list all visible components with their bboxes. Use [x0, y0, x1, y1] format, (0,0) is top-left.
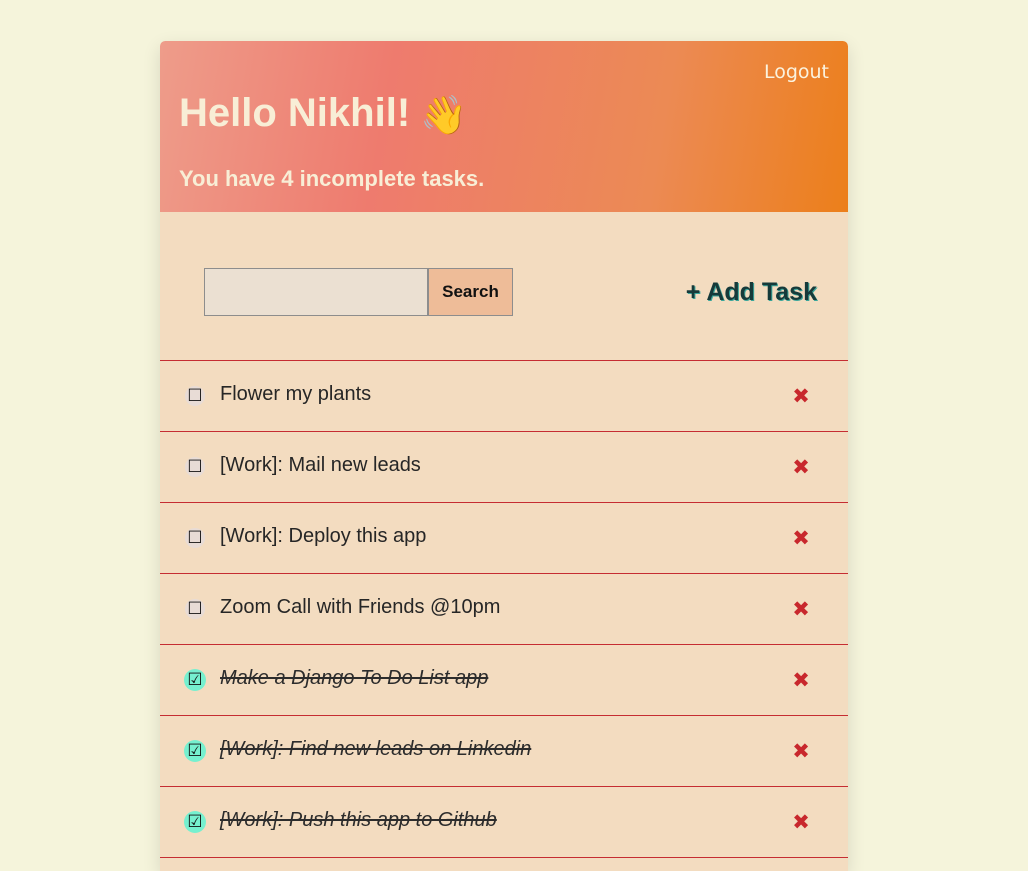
greeting-text: Hello Nikhil! [179, 91, 411, 135]
greeting: Hello Nikhil! 👋 [179, 91, 467, 138]
task-title[interactable]: Zoom Call with Friends @10pm [220, 596, 500, 619]
unchecked-box-icon[interactable]: ☐ [185, 386, 205, 406]
delete-x-icon[interactable]: ✖ [791, 456, 811, 478]
delete-x-icon[interactable]: ✖ [791, 811, 811, 833]
toolbar: Search + Add Task [160, 212, 848, 361]
task-row: ☐ [Work]: Deploy this app ✖ [160, 503, 848, 574]
task-title[interactable]: [Work]: Deploy this app [220, 525, 426, 548]
delete-x-icon[interactable]: ✖ [791, 598, 811, 620]
task-title[interactable]: Flower my plants [220, 383, 371, 406]
unchecked-box-icon[interactable]: ☐ [185, 528, 205, 548]
unchecked-box-icon[interactable]: ☐ [185, 457, 205, 477]
waving-hand-icon: 👋 [420, 95, 468, 137]
logout-link[interactable]: Logout [764, 61, 829, 83]
task-title-completed[interactable]: Make a Django To Do List app [220, 667, 488, 690]
task-row: ☐ Zoom Call with Friends @10pm ✖ [160, 574, 848, 645]
task-row: ☑ [Work]: Push this app to Github ✖ [160, 787, 848, 858]
unchecked-box-icon[interactable]: ☐ [185, 599, 205, 619]
add-task-link[interactable]: + Add Task [686, 278, 817, 307]
task-list: ☐ Flower my plants ✖ ☐ [Work]: Mail new … [160, 361, 848, 858]
delete-x-icon[interactable]: ✖ [791, 669, 811, 691]
checked-box-icon[interactable]: ☑ [184, 740, 206, 762]
task-title-completed[interactable]: [Work]: Find new leads on Linkedin [220, 738, 531, 761]
header: Logout Hello Nikhil! 👋 You have 4 incompl… [160, 41, 848, 212]
todo-card: Logout Hello Nikhil! 👋 You have 4 incompl… [160, 41, 848, 871]
search-input[interactable] [204, 268, 428, 316]
task-row: ☑ Make a Django To Do List app ✖ [160, 645, 848, 716]
task-row: ☐ [Work]: Mail new leads ✖ [160, 432, 848, 503]
task-row: ☐ Flower my plants ✖ [160, 361, 848, 432]
checked-box-icon[interactable]: ☑ [184, 811, 206, 833]
task-title[interactable]: [Work]: Mail new leads [220, 454, 421, 477]
delete-x-icon[interactable]: ✖ [791, 740, 811, 762]
task-row: ☑ [Work]: Find new leads on Linkedin ✖ [160, 716, 848, 787]
checked-box-icon[interactable]: ☑ [184, 669, 206, 691]
task-title-completed[interactable]: [Work]: Push this app to Github [220, 809, 497, 832]
delete-x-icon[interactable]: ✖ [791, 527, 811, 549]
search-button[interactable]: Search [428, 268, 513, 316]
incomplete-count: You have 4 incomplete tasks. [179, 166, 485, 191]
delete-x-icon[interactable]: ✖ [791, 385, 811, 407]
